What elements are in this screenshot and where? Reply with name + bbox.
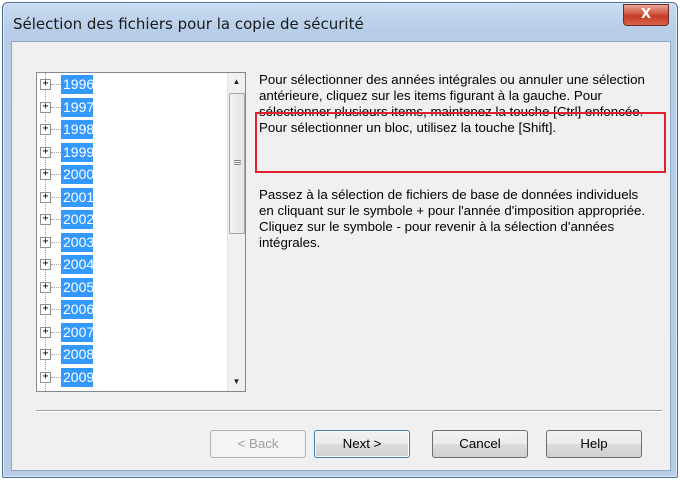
cancel-button[interactable]: Cancel bbox=[432, 430, 528, 458]
tree-item-label: 1999 bbox=[61, 142, 95, 162]
expand-plus-icon[interactable]: + bbox=[40, 349, 51, 360]
tree-item-1998[interactable]: +1998 bbox=[37, 118, 229, 141]
expand-plus-icon[interactable]: + bbox=[40, 326, 51, 338]
expand-plus-icon[interactable]: + bbox=[40, 101, 51, 113]
tree-item-label: 2007 bbox=[61, 322, 95, 342]
scroll-up-arrow-icon[interactable]: ▲ bbox=[228, 73, 245, 90]
expand-plus-icon[interactable]: + bbox=[40, 281, 51, 293]
tree-connector-dot bbox=[51, 151, 61, 153]
tree-connector-dot bbox=[51, 219, 61, 220]
tree-item-label: 2005 bbox=[61, 277, 95, 297]
expand-plus-icon[interactable]: + bbox=[40, 146, 51, 158]
expand-plus-icon[interactable]: + bbox=[40, 214, 51, 225]
tree-item-label: 2008 bbox=[61, 345, 95, 364]
tree-item-label: 2009 bbox=[61, 367, 95, 387]
tree-connector-dot bbox=[51, 264, 61, 265]
tree-item-label: 2004 bbox=[61, 255, 95, 274]
expand-plus-icon[interactable]: + bbox=[40, 191, 51, 203]
tree-item-2007[interactable]: +2007 bbox=[37, 321, 229, 344]
year-tree[interactable]: +1996 +1997 +1998 +1999 +2000 +2001 +2002 +2003… bbox=[36, 72, 246, 392]
tree-item-label: 2003 bbox=[61, 232, 95, 252]
tree-item-label: 1997 bbox=[61, 97, 95, 117]
scrollbar-thumb[interactable] bbox=[229, 93, 245, 234]
title-bar[interactable]: Sélection des fichiers pour la copie de … bbox=[3, 3, 677, 43]
tree-connector-dot bbox=[51, 309, 61, 310]
expand-plus-icon[interactable]: + bbox=[40, 79, 51, 90]
tree-scrollbar[interactable]: ▲ ▼ bbox=[227, 73, 245, 391]
tree-item-label: 2006 bbox=[61, 300, 95, 319]
tree-connector-dot bbox=[51, 106, 61, 108]
instruction-paragraph-2: Passez à la sélection de fichiers de bas… bbox=[259, 187, 646, 250]
expand-plus-icon[interactable]: + bbox=[40, 259, 51, 270]
tree-item-2005[interactable]: +2005 bbox=[37, 276, 229, 299]
tree-item-2003[interactable]: +2003 bbox=[37, 231, 229, 254]
tree-item-1997[interactable]: +1997 bbox=[37, 96, 229, 119]
tree-connector-dot bbox=[51, 354, 61, 355]
tree-item-2000[interactable]: +2000 bbox=[37, 163, 229, 186]
expand-plus-icon[interactable]: + bbox=[40, 236, 51, 248]
tree-item-2004[interactable]: +2004 bbox=[37, 253, 229, 276]
help-button[interactable]: Help bbox=[546, 430, 642, 458]
tree-connector-dot bbox=[51, 174, 61, 175]
tree-connector-dot bbox=[51, 196, 61, 198]
expand-plus-icon[interactable]: + bbox=[40, 124, 51, 135]
next-button[interactable]: Next > bbox=[314, 430, 410, 458]
tree-item-label: 2000 bbox=[61, 165, 95, 184]
close-button[interactable]: X bbox=[623, 4, 669, 26]
tree-connector-dot bbox=[51, 331, 61, 333]
tree-item-label: 1998 bbox=[61, 120, 95, 139]
tree-item-1999[interactable]: +1999 bbox=[37, 141, 229, 164]
tree-item-label: 2002 bbox=[61, 210, 95, 229]
scroll-down-arrow-icon[interactable]: ▼ bbox=[228, 374, 245, 391]
tree-connector-dot bbox=[51, 286, 61, 288]
dialog-body: +1996 +1997 +1998 +1999 +2000 +2001 +2002 +2003… bbox=[11, 41, 671, 471]
tree-item-label: 1996 bbox=[61, 75, 95, 94]
tree-item-1996[interactable]: +1996 bbox=[37, 73, 229, 96]
tree-item-2008[interactable]: +2008 bbox=[37, 343, 229, 366]
wizard-window: Sélection des fichiers pour la copie de … bbox=[2, 2, 678, 478]
tree-item-2002[interactable]: +2002 bbox=[37, 208, 229, 231]
tree-connector-dot bbox=[51, 376, 61, 378]
expand-plus-icon[interactable]: + bbox=[40, 304, 51, 315]
tree-item-2006[interactable]: +2006 bbox=[37, 298, 229, 321]
tree-connector-dot bbox=[51, 84, 61, 85]
back-button[interactable]: < Back bbox=[210, 430, 306, 458]
close-icon: X bbox=[640, 7, 652, 22]
expand-plus-icon[interactable]: + bbox=[40, 371, 51, 383]
button-separator bbox=[36, 410, 662, 412]
expand-plus-icon[interactable]: + bbox=[40, 169, 51, 180]
tree-item-2001[interactable]: +2001 bbox=[37, 186, 229, 209]
tree-item-2009[interactable]: +2009 bbox=[37, 366, 229, 389]
tree-connector-dot bbox=[51, 129, 61, 130]
tree-item-label: 2001 bbox=[61, 187, 95, 207]
scrollbar-grip-icon bbox=[234, 160, 241, 161]
window-title: Sélection des fichiers pour la copie de … bbox=[13, 15, 364, 33]
annotation-highlight-box bbox=[255, 112, 666, 173]
tree-connector-dot bbox=[51, 241, 61, 243]
